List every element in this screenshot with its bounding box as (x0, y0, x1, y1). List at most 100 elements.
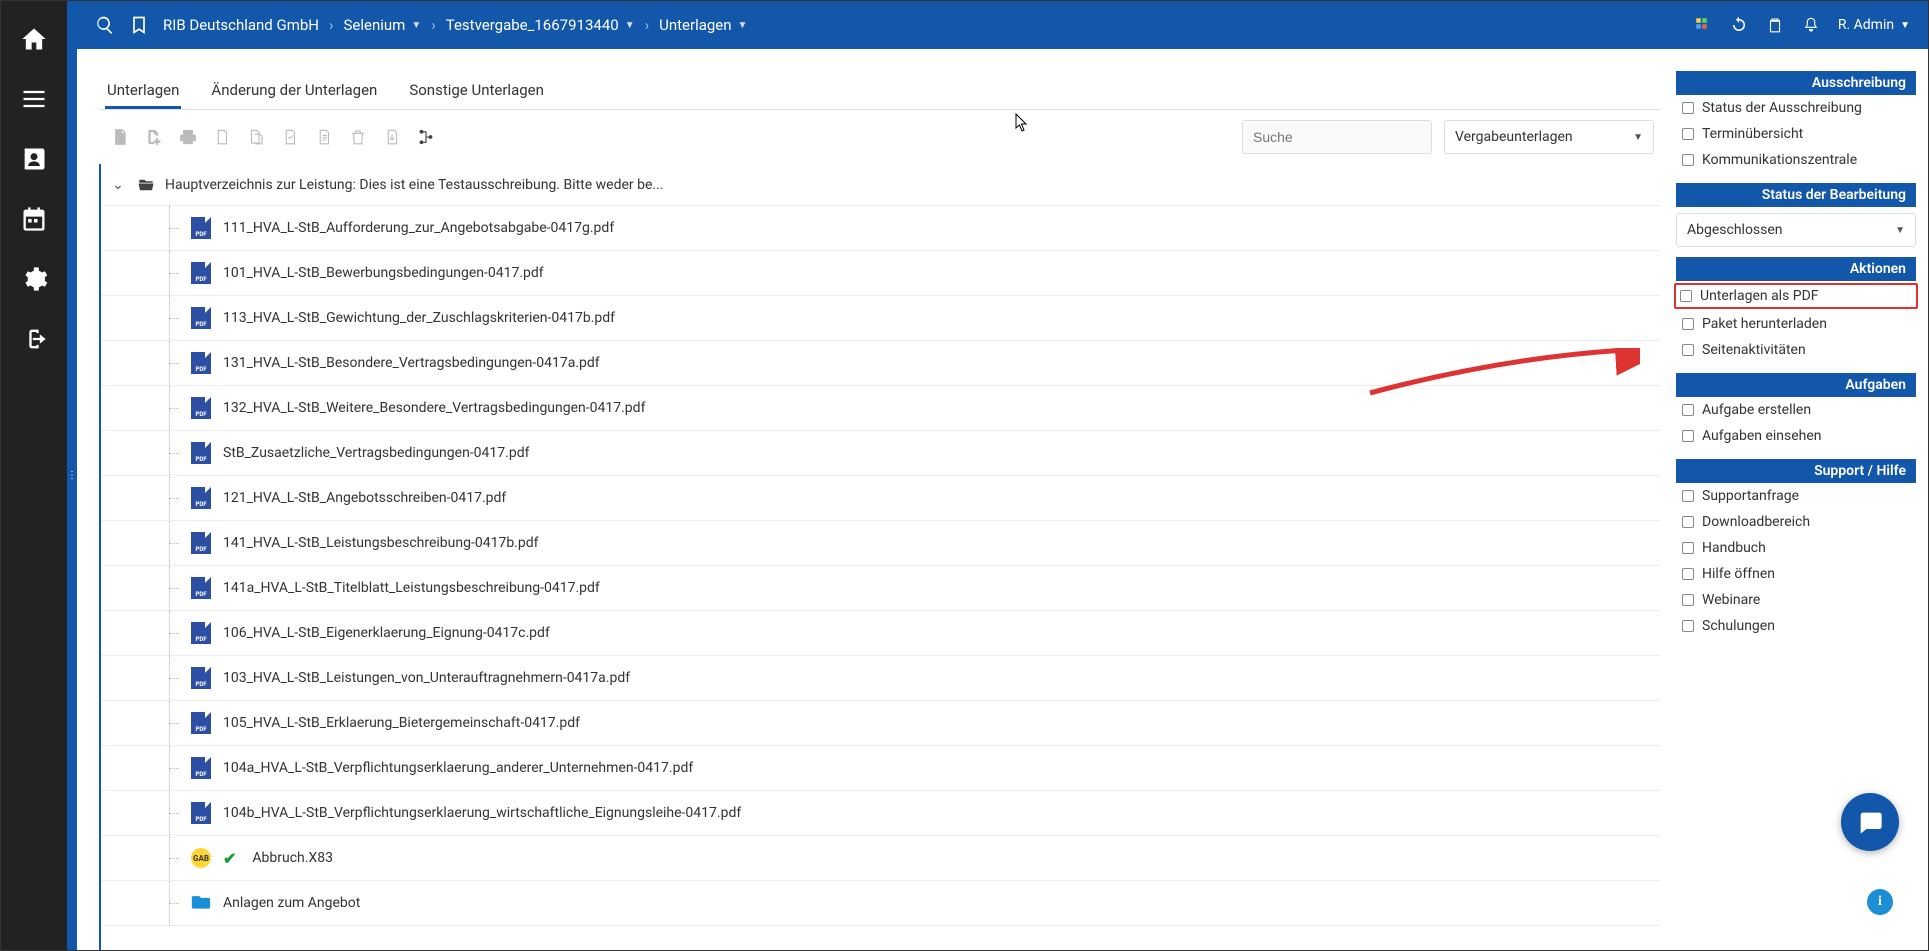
clipboard-icon[interactable] (1766, 16, 1784, 34)
link-icon (1680, 290, 1692, 302)
tree-item[interactable]: 113_HVA_L-StB_Gewichtung_der_Zuschlagskr… (101, 296, 1660, 341)
crumb-section[interactable]: Unterlagen▼ (659, 16, 747, 34)
file-name: 101_HVA_L-StB_Bewerbungsbedingungen-0417… (223, 265, 544, 281)
link-icon (1682, 490, 1694, 502)
pdf-icon (191, 532, 211, 554)
tree-item[interactable]: 132_HVA_L-StB_Weitere_Besondere_Vertrags… (101, 386, 1660, 431)
tree-item[interactable]: 104a_HVA_L-StB_Verpflichtungserklaerung_… (101, 746, 1660, 791)
pdf-icon (191, 442, 211, 464)
panel-header: Aufgaben (1676, 373, 1916, 397)
tool-doc4[interactable] (309, 123, 339, 151)
panel-link[interactable]: Supportanfrage (1676, 483, 1916, 509)
pdf-icon (191, 397, 211, 419)
info-button[interactable]: i (1867, 889, 1893, 915)
tool-doc3[interactable] (275, 123, 305, 151)
status-select[interactable]: Abgeschlossen▼ (1676, 213, 1916, 247)
link-icon (1682, 128, 1694, 140)
panel-link[interactable]: Hilfe öffnen (1676, 561, 1916, 587)
check-icon: ✔ (223, 849, 236, 868)
tab-1[interactable]: Änderung der Unterlagen (209, 71, 379, 109)
search-input[interactable] (1242, 120, 1432, 154)
vertical-nav (1, 1, 67, 950)
file-name: 113_HVA_L-StB_Gewichtung_der_Zuschlagskr… (223, 310, 615, 326)
panel-header: Support / Hilfe (1676, 459, 1916, 483)
bookmark-icon[interactable] (129, 15, 149, 35)
sidebar-drag-handle[interactable]: ⋮ (67, 1, 77, 950)
panel-link[interactable]: Aufgabe erstellen (1676, 397, 1916, 423)
file-name: 103_HVA_L-StB_Leistungen_von_Unterauftra… (223, 670, 630, 686)
apps-icon[interactable] (1694, 16, 1712, 34)
toolbar: Vergabeunterlagen ▼ (99, 110, 1660, 164)
gab-icon: GAB (191, 848, 211, 868)
crumb-org[interactable]: RIB Deutschland GmbH (163, 16, 319, 34)
tool-print[interactable] (173, 123, 203, 151)
panel-link[interactable]: Aufgaben einsehen (1676, 423, 1916, 449)
tree-item[interactable]: GAB ✔ Abbruch.X83 (101, 836, 1660, 881)
file-name: 131_HVA_L-StB_Besondere_Vertragsbedingun… (223, 355, 600, 371)
chat-button[interactable] (1841, 793, 1899, 851)
panel-link[interactable]: Terminübersicht (1676, 121, 1916, 147)
tree-item[interactable]: Anlagen zum Angebot (101, 881, 1660, 926)
pdf-icon (191, 577, 211, 599)
link-icon (1682, 404, 1694, 416)
tree-item[interactable]: 101_HVA_L-StB_Bewerbungsbedingungen-0417… (101, 251, 1660, 296)
tree-item[interactable]: 105_HVA_L-StB_Erklaerung_Bietergemeinsch… (101, 701, 1660, 746)
pdf-icon (191, 352, 211, 374)
nav-home[interactable] (14, 19, 54, 59)
tree-item[interactable]: 141a_HVA_L-StB_Titelblatt_Leistungsbesch… (101, 566, 1660, 611)
file-name: 105_HVA_L-StB_Erklaerung_Bietergemeinsch… (223, 715, 580, 731)
panel-link[interactable]: Seitenaktivitäten (1676, 337, 1916, 363)
tab-2[interactable]: Sonstige Unterlagen (407, 71, 546, 109)
nav-calendar[interactable] (14, 199, 54, 239)
tool-doc1[interactable] (207, 123, 237, 151)
tree-item[interactable]: 103_HVA_L-StB_Leistungen_von_Unterauftra… (101, 656, 1660, 701)
bell-icon[interactable] (1802, 16, 1820, 34)
nav-logout[interactable] (14, 319, 54, 359)
tree-item[interactable]: 121_HVA_L-StB_Angebotsschreiben-0417.pdf (101, 476, 1660, 521)
breadcrumb: RIB Deutschland GmbH › Selenium▼ › Testv… (163, 16, 747, 34)
panel-link[interactable]: Downloadbereich (1676, 509, 1916, 535)
panel-link[interactable]: Unterlagen als PDF (1674, 283, 1918, 309)
type-select[interactable]: Vergabeunterlagen ▼ (1444, 120, 1654, 154)
link-icon (1682, 102, 1694, 114)
link-icon (1682, 542, 1694, 554)
nav-list[interactable] (14, 79, 54, 119)
tab-0[interactable]: Unterlagen (105, 71, 181, 109)
pdf-icon (191, 487, 211, 509)
panel-link[interactable]: Kommunikationszentrale (1676, 147, 1916, 173)
pdf-icon (191, 667, 211, 689)
tree-item[interactable]: 111_HVA_L-StB_Aufforderung_zur_Angebotsa… (101, 206, 1660, 251)
tree-item[interactable]: 106_HVA_L-StB_Eigenerklaerung_Eignung-04… (101, 611, 1660, 656)
tree-item[interactable]: 141_HVA_L-StB_Leistungsbeschreibung-0417… (101, 521, 1660, 566)
crumb-project[interactable]: Selenium▼ (344, 16, 422, 34)
tool-doc5[interactable] (377, 123, 407, 151)
tool-new-file[interactable] (105, 123, 135, 151)
pdf-icon (191, 307, 211, 329)
pdf-icon (191, 622, 211, 644)
panel-link[interactable]: Paket herunterladen (1676, 311, 1916, 337)
search-icon[interactable] (95, 15, 115, 35)
link-icon (1682, 620, 1694, 632)
crumb-tender[interactable]: Testvergabe_1667913440▼ (446, 16, 635, 34)
tree-root[interactable]: ⌄ Hauptverzeichnis zur Leistung: Dies is… (101, 164, 1660, 206)
nav-contacts[interactable] (14, 139, 54, 179)
tree-item[interactable]: 104b_HVA_L-StB_Verpflichtungserklaerung_… (101, 791, 1660, 836)
tabs: Unterlagen Änderung der Unterlagen Sonstig… (99, 65, 1660, 110)
tree-item[interactable]: StB_Zusaetzliche_Vertragsbedingungen-041… (101, 431, 1660, 476)
tree-item[interactable]: 131_HVA_L-StB_Besondere_Vertragsbedingun… (101, 341, 1660, 386)
panel-link[interactable]: Handbuch (1676, 535, 1916, 561)
tool-doc2[interactable] (241, 123, 271, 151)
tool-tree[interactable] (411, 123, 441, 151)
chevron-down-icon[interactable]: ⌄ (109, 177, 127, 193)
panel-link[interactable]: Status der Ausschreibung (1676, 95, 1916, 121)
refresh-icon[interactable] (1730, 16, 1748, 34)
file-name: 121_HVA_L-StB_Angebotsschreiben-0417.pdf (223, 490, 506, 506)
panel-link[interactable]: Webinare (1676, 587, 1916, 613)
file-name: 104b_HVA_L-StB_Verpflichtungserklaerung_… (223, 805, 741, 821)
tool-add[interactable] (139, 123, 169, 151)
tool-delete[interactable] (343, 123, 373, 151)
user-menu[interactable]: R. Admin▼ (1838, 17, 1910, 33)
nav-settings[interactable] (14, 259, 54, 299)
panel-link[interactable]: Schulungen (1676, 613, 1916, 639)
file-name: Abbruch.X83 (252, 850, 333, 866)
